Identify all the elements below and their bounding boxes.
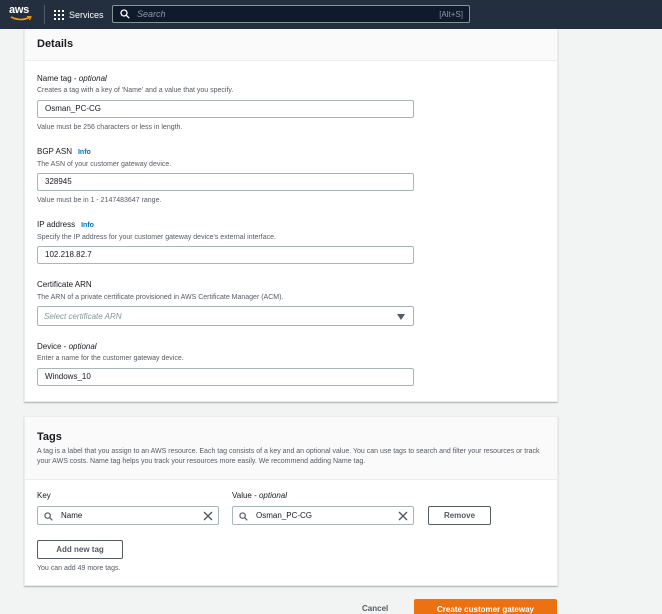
search-shortcut: [Alt+S] <box>439 9 463 19</box>
device-label: Device - optional <box>37 342 97 351</box>
tag-value-value: Osman_PC-CG <box>256 511 313 520</box>
ip-address-info-link[interactable]: Info <box>81 222 94 229</box>
bgp-asn-constraint: Value must be in 1 - 2147483647 range. <box>37 197 162 204</box>
certificate-arn-placeholder: Select certificate ARN <box>44 312 122 321</box>
search-icon <box>239 512 248 521</box>
search-placeholder: Search <box>137 9 166 19</box>
create-customer-gateway-button[interactable]: Create customer gateway <box>414 599 557 614</box>
aws-smile-icon <box>10 16 32 21</box>
tags-title: Tags <box>37 431 62 443</box>
clear-icon[interactable] <box>398 511 408 521</box>
certificate-arn-label: Certificate ARN <box>37 280 92 289</box>
tags-header: Tags A tag is a label that you assign to… <box>25 417 557 480</box>
device-description: Enter a name for the customer gateway de… <box>37 355 184 362</box>
certificate-arn-description: The ARN of a private certificate provisi… <box>37 294 284 301</box>
nav-divider <box>44 5 45 24</box>
details-header: Details <box>25 29 557 61</box>
tags-description: A tag is a label that you assign to an A… <box>37 448 540 465</box>
details-panel: Details Name tag - optional Creates a ta… <box>24 29 558 402</box>
certificate-arn-select[interactable]: Select certificate ARN <box>37 306 414 326</box>
tag-value-input[interactable]: Osman_PC-CG <box>232 506 414 525</box>
add-new-tag-button[interactable]: Add new tag <box>37 540 123 559</box>
device-input[interactable]: Windows_10 <box>37 368 414 386</box>
cancel-button[interactable]: Cancel <box>362 604 388 613</box>
services-grid-icon <box>54 10 64 20</box>
ip-address-input[interactable]: 102.218.82.7 <box>37 246 414 264</box>
bgp-asn-label: BGP ASN Info <box>37 147 91 156</box>
tag-value-label: Value - optional <box>232 491 288 500</box>
name-tag-description: Creates a tag with a key of 'Name' and a… <box>37 87 234 94</box>
clear-icon[interactable] <box>203 511 213 521</box>
bgp-asn-description: The ASN of your customer gateway device. <box>37 161 172 168</box>
bgp-asn-input[interactable]: 328945 <box>37 173 414 191</box>
global-search-input[interactable]: Search [Alt+S] <box>112 5 470 23</box>
tags-panel: Tags A tag is a label that you assign to… <box>24 416 558 586</box>
tag-key-input[interactable]: Name <box>37 506 219 525</box>
caret-down-icon <box>397 314 405 320</box>
name-tag-constraint: Value must be 256 characters or less in … <box>37 124 183 131</box>
services-menu-button[interactable]: Services <box>54 8 104 22</box>
name-tag-label: Name tag - optional <box>37 74 107 83</box>
ip-address-description: Specify the IP address for your customer… <box>37 234 276 241</box>
aws-logo-text: aws <box>9 4 29 16</box>
services-label: Services <box>69 10 104 20</box>
tag-key-label: Key <box>37 491 51 500</box>
tag-key-value: Name <box>61 511 83 520</box>
remove-tag-button[interactable]: Remove <box>428 506 491 525</box>
search-icon <box>120 9 130 19</box>
name-tag-input[interactable]: Osman_PC-CG <box>37 100 414 118</box>
top-navigation: aws Services Search [Alt+S] <box>0 0 662 29</box>
ip-address-label: IP address Info <box>37 220 94 229</box>
details-title: Details <box>37 38 74 50</box>
search-icon <box>44 512 53 521</box>
remaining-tags-text: You can add 49 more tags. <box>37 565 121 572</box>
aws-logo[interactable]: aws <box>9 5 33 23</box>
bgp-asn-info-link[interactable]: Info <box>78 149 91 156</box>
